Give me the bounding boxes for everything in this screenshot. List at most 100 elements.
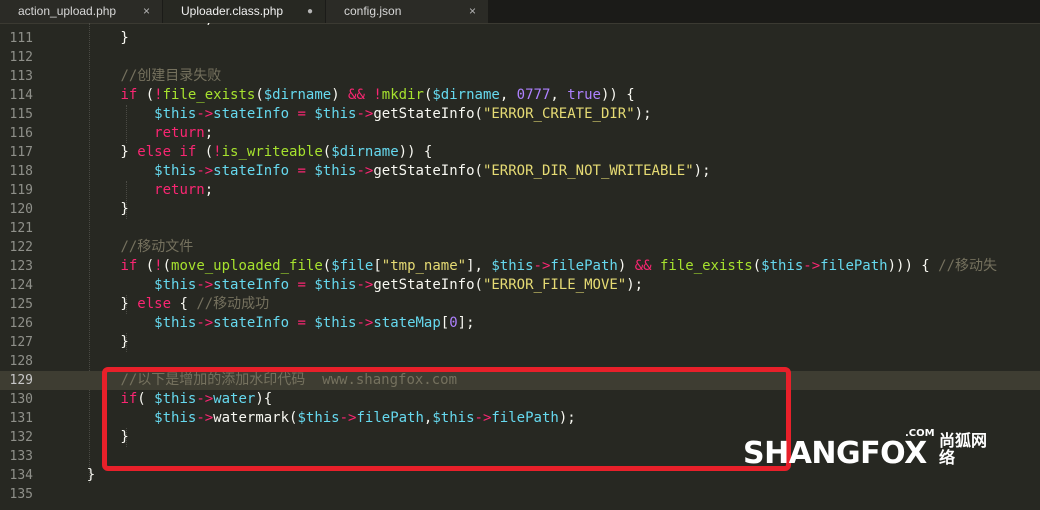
code-text: } else if (!is_writeable($dirname)) { [53,143,432,162]
code-token: ; [205,23,213,27]
code-token: ( [137,87,155,103]
code-token: )) { [600,87,635,103]
code-text: $this->stateInfo = $this->getStateInfo("… [53,162,710,181]
tab-action-upload[interactable]: action_upload.php × [0,0,162,23]
line-number: 129 [9,373,33,388]
code-token: "ERROR_DIR_NOT_WRITEABLE" [482,163,694,179]
code-line[interactable]: 119 return; [0,181,1040,200]
code-line[interactable]: 127 } [0,333,1040,352]
line-number: 130 [9,392,33,407]
code-line[interactable]: 118 $this->stateInfo = $this->getStateIn… [0,162,1040,181]
line-number: 111 [9,31,33,46]
code-token: = [297,277,306,293]
code-token: = [297,315,306,331]
code-token: = [297,106,306,122]
code-token: is_writeable [221,144,323,160]
code-token: $dirname [432,87,500,103]
code-token: //移动成功 [196,296,270,312]
code-token: -> [196,106,214,122]
code-token: return [154,125,205,141]
code-token: move_uploaded_file [171,258,323,274]
code-line[interactable]: 115 $this->stateInfo = $this->getStateIn… [0,105,1040,124]
code-token: $this [314,163,357,179]
code-token: ; [204,182,214,198]
code-token: if [120,258,138,274]
code-line[interactable]: 111 } [0,29,1040,48]
line-number: 112 [9,50,33,65]
code-token: ( [752,258,762,274]
code-line[interactable]: 112 [0,48,1040,67]
code-token: $this [154,106,197,122]
code-line[interactable]: 113 //创建目录失败 [0,67,1040,86]
code-line[interactable]: 117 } else if (!is_writeable($dirname)) … [0,143,1040,162]
code-token: else [137,144,172,160]
code-token: } [53,144,138,160]
code-text: return; [53,124,213,143]
close-icon[interactable]: × [143,0,150,23]
code-line[interactable]: 121 [0,219,1040,238]
code-token: } [53,30,129,46]
line-number: 113 [9,69,33,84]
code-token: stateInfo [213,163,290,179]
line-number: 124 [9,278,33,293]
code-line[interactable]: 122 //移动文件 [0,238,1040,257]
code-line[interactable]: 114 if (!file_exists($dirname) && !mkdir… [0,86,1040,105]
code-token: ))) { [887,258,939,274]
code-text: if (!(move_uploaded_file($file["tmp_name… [53,257,997,276]
tab-uploader-class[interactable]: Uploader.class.php ● [163,0,325,23]
code-line[interactable]: 125 } else { //移动成功 [0,295,1040,314]
line-number: 131 [9,411,33,426]
code-token: file_exists [162,87,256,103]
line-number: 116 [9,126,33,141]
unsaved-dot-icon[interactable]: ● [307,0,313,23]
code-line[interactable]: 120 } [0,200,1040,219]
line-number: 114 [9,88,33,103]
tab-label: config.json [344,4,402,18]
code-line[interactable]: 116 return; [0,124,1040,143]
code-token: 0777 [516,87,551,103]
code-token: ! [373,87,382,103]
code-token: stateInfo [213,106,290,122]
code-token: ); [634,106,652,122]
code-line[interactable]: 123 if (!(move_uploaded_file($file["tmp_… [0,257,1040,276]
code-token: -> [356,315,374,331]
code-token: [ [440,315,450,331]
code-token: ! [213,144,222,160]
code-token: ( [196,144,214,160]
code-token: ) [331,87,349,103]
code-line[interactable]: 135 [0,485,1040,504]
code-line[interactable]: 124 $this->stateInfo = $this->getStateIn… [0,276,1040,295]
line-number: 118 [9,164,33,179]
code-token: -> [803,258,821,274]
code-token: //移动文件 [120,239,194,255]
tab-bar: action_upload.php × Uploader.class.php ●… [0,0,1040,24]
code-token: ]; [457,315,475,331]
code-token: $this [491,258,534,274]
code-token: getStateInfo( [373,163,483,179]
code-line[interactable]: 126 $this->stateInfo = $this->stateMap[0… [0,314,1040,333]
code-token: if [179,144,197,160]
code-token: -> [196,315,214,331]
code-token: //移动失 [938,258,998,274]
code-token: ( [322,258,332,274]
code-token: 0 [449,315,458,331]
code-token: -> [196,163,214,179]
tab-label: Uploader.class.php [181,4,284,18]
code-token: $this [314,277,357,293]
code-token: ( [322,144,332,160]
code-token: } [53,201,129,217]
line-number: 115 [9,107,33,122]
code-token: "ERROR_CREATE_DIR" [482,106,635,122]
code-token: )) { [398,144,433,160]
code-token: -> [356,277,374,293]
code-token: $this [154,315,197,331]
code-token: ) [617,258,635,274]
line-number: 127 [9,335,33,350]
close-icon[interactable]: × [469,0,476,23]
code-token: $this [314,106,357,122]
code-token: true [567,87,601,103]
code-token: ( [137,258,155,274]
tab-config-json[interactable]: config.json × [326,0,488,23]
